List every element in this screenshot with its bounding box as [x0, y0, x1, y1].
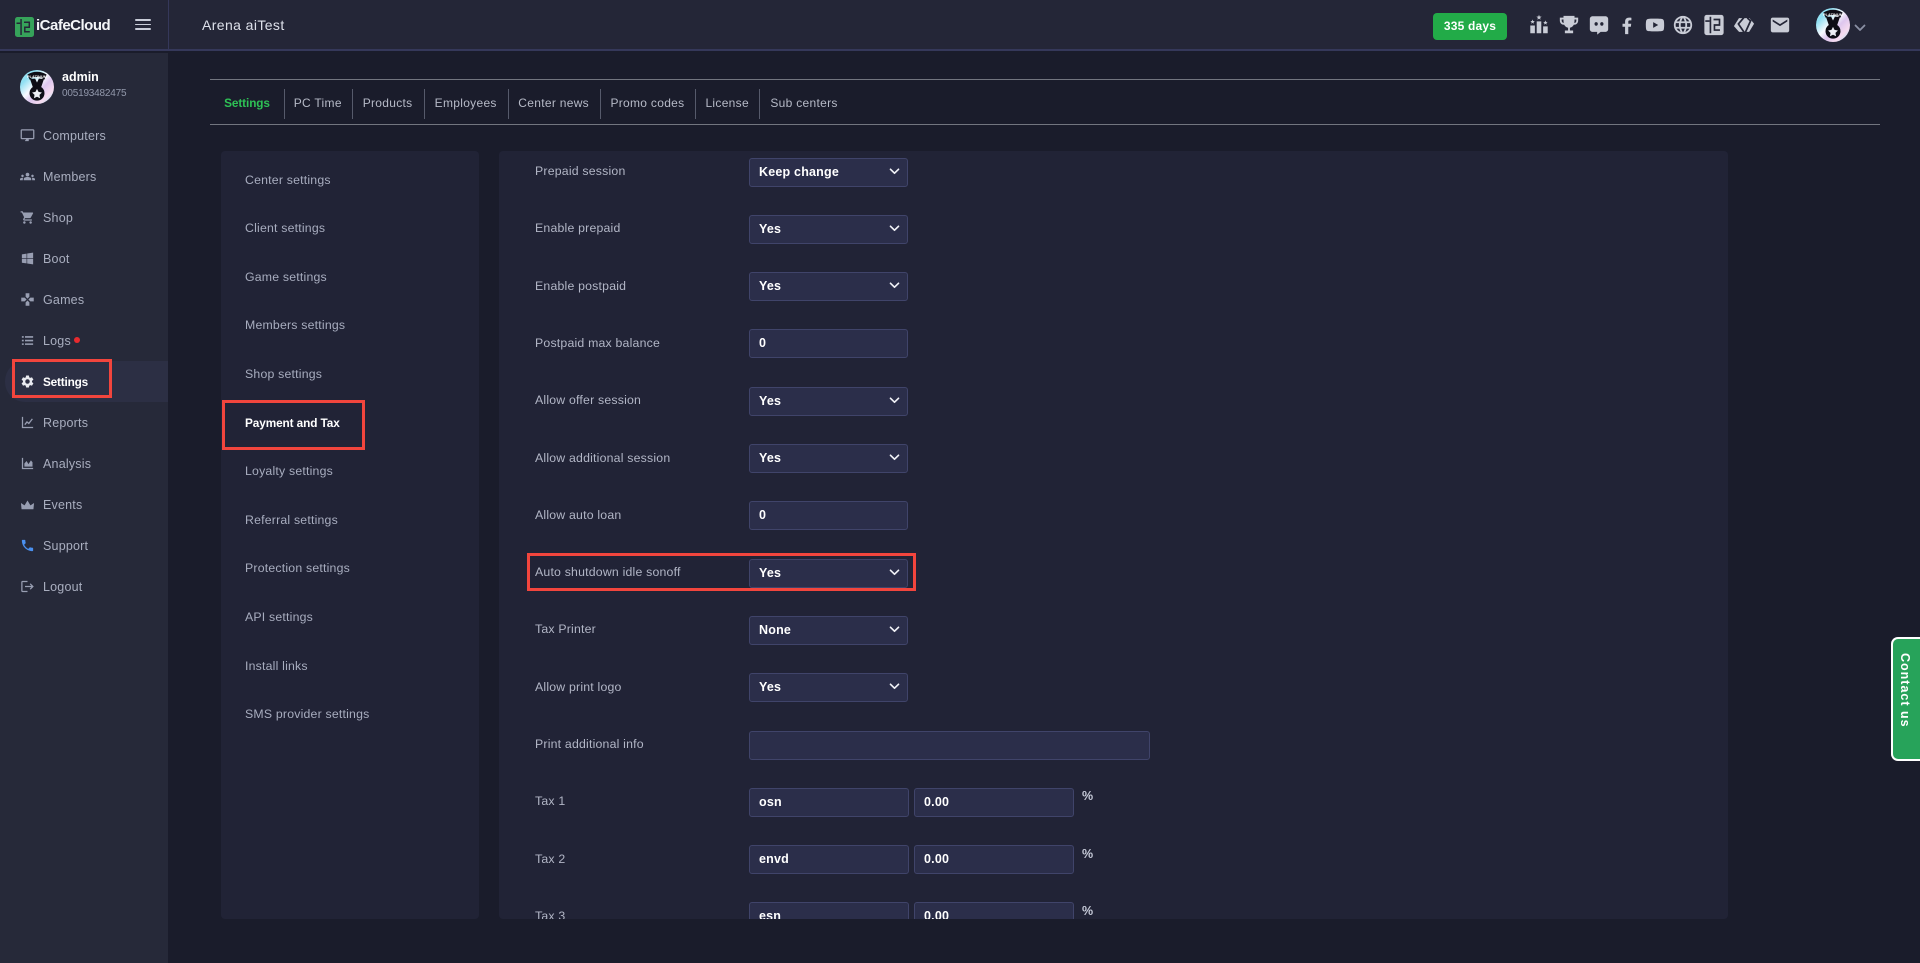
- svg-text:PLATINUM: PLATINUM: [1823, 12, 1843, 17]
- svg-text:PLATINUM: PLATINUM: [27, 74, 47, 79]
